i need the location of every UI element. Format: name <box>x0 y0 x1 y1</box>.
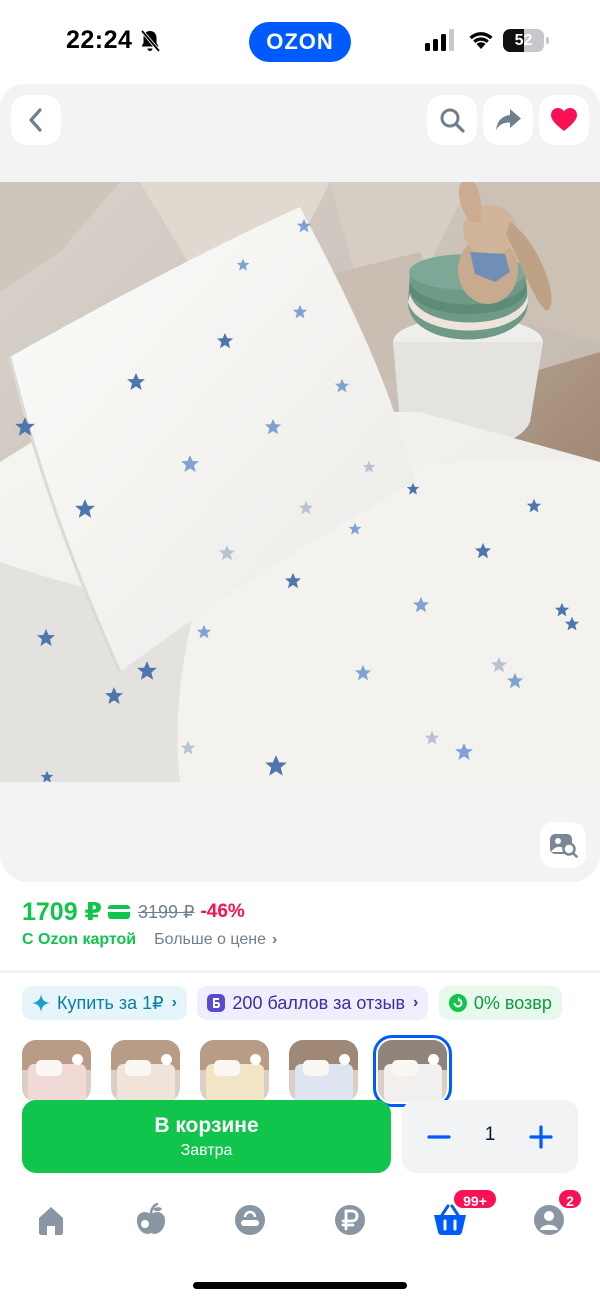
promo-chips: Купить за 1₽ › 200 баллов за отзыв › 0% … <box>22 986 600 1020</box>
quantity-stepper: 1 <box>402 1100 578 1173</box>
favorite-button[interactable] <box>539 95 589 145</box>
more-about-price-link[interactable]: Больше о цене › <box>154 931 277 949</box>
chip-buy-label: Купить за 1₽ <box>57 992 164 1013</box>
sparkle-icon <box>32 994 50 1012</box>
price-discount: -46% <box>200 901 245 922</box>
status-time: 22:24 <box>66 26 133 54</box>
bottom-tab-bar: 99+ 2 <box>0 1188 600 1246</box>
ruble-icon[interactable] <box>330 1200 370 1240</box>
price-row: 1709 ₽ 3199 ₽ -46% <box>22 896 245 928</box>
fresh-apple-icon[interactable] <box>131 1200 171 1240</box>
price-old: 3199 ₽ <box>137 901 195 922</box>
variant-thumbnail[interactable] <box>111 1040 180 1102</box>
minus-icon[interactable] <box>424 1122 454 1152</box>
share-button[interactable] <box>483 95 533 145</box>
more-about-price-label: Больше о цене <box>154 931 266 948</box>
quantity-value: 1 <box>484 1124 496 1145</box>
variant-thumbnail[interactable] <box>200 1040 269 1102</box>
search-icon <box>440 108 465 133</box>
battery-level: 52 <box>514 32 533 49</box>
chevron-right-icon: › <box>272 931 278 948</box>
plus-icon[interactable] <box>526 1122 556 1152</box>
status-bar: 22:24 OZON 52 <box>0 0 600 82</box>
chip-return[interactable]: 0% возвр <box>438 986 562 1020</box>
chevron-right-icon: › <box>413 994 419 1011</box>
in-cart-button[interactable]: В корзине Завтра <box>22 1100 391 1173</box>
product-photo[interactable] <box>0 182 600 782</box>
in-cart-label: В корзине <box>154 1114 259 1137</box>
cart-badge: 99+ <box>452 1188 498 1210</box>
chip-review-points[interactable]: 200 баллов за отзыв › <box>197 986 429 1020</box>
battery-icon: 52 <box>503 29 549 52</box>
chevron-right-icon: › <box>171 994 177 1011</box>
image-search-icon <box>550 834 578 858</box>
bag-icon[interactable] <box>230 1200 270 1240</box>
divider <box>0 970 600 973</box>
variant-thumbnail[interactable] <box>289 1040 358 1102</box>
ozon-logo[interactable]: OZON <box>249 22 351 62</box>
back-chevron-icon <box>29 108 42 132</box>
profile-badge: 2 <box>557 1188 583 1210</box>
heart-icon <box>551 108 577 131</box>
delivery-label: Завтра <box>180 1142 233 1159</box>
variant-thumbnail[interactable] <box>22 1040 91 1102</box>
return-icon <box>448 994 467 1012</box>
variant-thumbnails <box>22 1035 467 1107</box>
chip-bonus-label: 200 баллов за отзыв <box>232 992 406 1013</box>
chip-return-label: 0% возвр <box>473 992 552 1013</box>
share-icon <box>496 109 521 130</box>
ozon-card-label: С Ozon картой <box>22 931 137 948</box>
price-sub-row: С Ozon картой Больше о цене › <box>22 931 277 949</box>
variant-thumbnail-selected[interactable] <box>373 1035 452 1107</box>
product-gallery[interactable] <box>0 84 600 882</box>
points-b-icon <box>207 994 226 1012</box>
home-icon[interactable] <box>31 1200 71 1240</box>
cellular-signal-icon <box>425 29 454 51</box>
image-search-button[interactable] <box>540 822 586 868</box>
wifi-icon <box>469 32 493 49</box>
back-button[interactable] <box>11 95 61 145</box>
bell-slash-icon <box>140 29 161 53</box>
ozon-card-icon <box>107 905 130 919</box>
search-button[interactable] <box>427 95 477 145</box>
price-current: 1709 ₽ <box>22 898 102 926</box>
home-indicator <box>193 1282 407 1289</box>
chip-buy-for-1[interactable]: Купить за 1₽ › <box>22 986 187 1020</box>
